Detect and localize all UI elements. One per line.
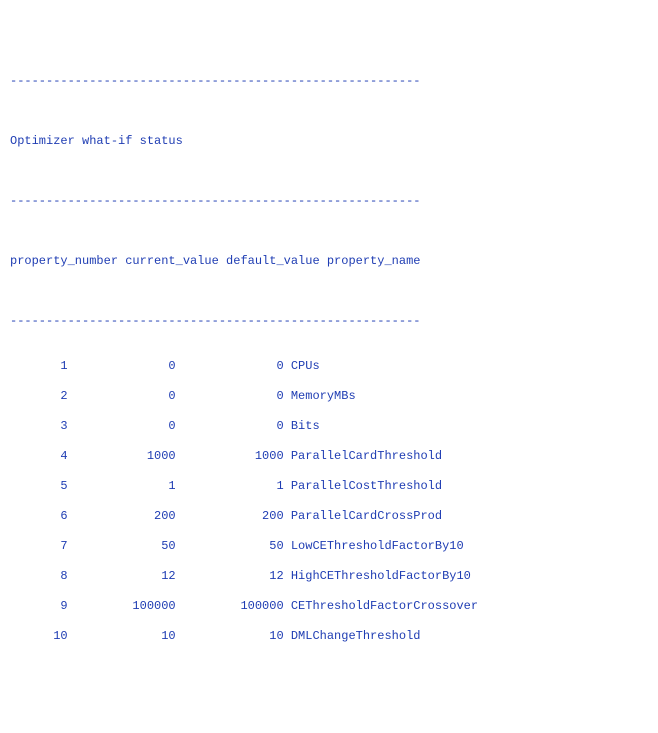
table-row: 3 0 0 Bits: [10, 419, 648, 434]
table-row: 1 0 0 CPUs: [10, 359, 648, 374]
table-row: 5 1 1 ParallelCostThreshold: [10, 479, 648, 494]
separator-bottom: ----------------------------------------…: [10, 314, 648, 329]
blank-line: [10, 434, 648, 449]
column-header: property_number current_value default_va…: [10, 254, 648, 269]
blank-line: [10, 554, 648, 569]
table-row: 7 50 50 LowCEThresholdFactorBy10: [10, 539, 648, 554]
table-row: 2 0 0 MemoryMBs: [10, 389, 648, 404]
blank-line: [10, 224, 648, 239]
blank-line: [10, 464, 648, 479]
table-row: 10 10 10 DMLChangeThreshold: [10, 629, 648, 644]
blank-line: [10, 584, 648, 599]
page-title: Optimizer what-if status: [10, 134, 648, 149]
blank-line: [10, 374, 648, 389]
blank-line: [10, 404, 648, 419]
blank-line: [10, 344, 648, 359]
blank-line: [10, 614, 648, 629]
blank-line: [10, 284, 648, 299]
table-row: 9 100000 100000 CEThresholdFactorCrossov…: [10, 599, 648, 614]
blank-line: [10, 494, 648, 509]
table-row: 6 200 200 ParallelCardCrossProd: [10, 509, 648, 524]
table-row: 4 1000 1000 ParallelCardThreshold: [10, 449, 648, 464]
blank-line: [10, 164, 648, 179]
blank-line: [10, 524, 648, 539]
separator-mid: ----------------------------------------…: [10, 194, 648, 209]
separator-top: ----------------------------------------…: [10, 74, 648, 89]
blank-line: [10, 104, 648, 119]
